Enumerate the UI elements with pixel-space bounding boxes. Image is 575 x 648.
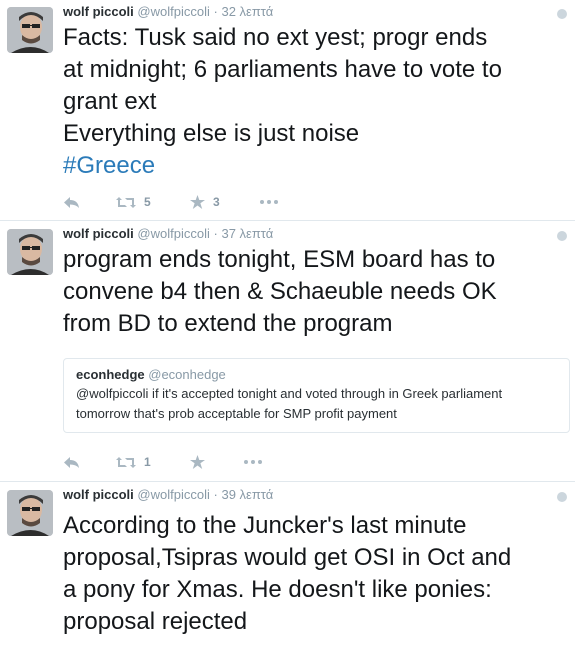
timestamp[interactable]: 37 λεπτά	[221, 226, 273, 241]
text-line: proposal,Tsipras would get OSI in Oct an…	[63, 544, 512, 571]
reply-button[interactable]	[63, 194, 80, 210]
author-handle[interactable]: @wolfpiccoli	[137, 487, 209, 502]
separator: ·	[213, 4, 218, 19]
more-button[interactable]	[244, 454, 262, 470]
author-name[interactable]: wolf piccoli	[63, 226, 134, 241]
quoted-text: @wolfpiccoli if it's accepted tonight an…	[76, 384, 557, 424]
text-line: program ends tonight, ESM board has to	[63, 246, 496, 273]
retweet-count: 5	[144, 195, 151, 209]
text-line: grant ext	[63, 88, 157, 115]
quoted-author-name[interactable]: econhedge	[76, 367, 145, 382]
separator: ·	[213, 226, 218, 241]
chevron-down-icon[interactable]	[557, 231, 567, 241]
retweet-icon	[116, 456, 136, 468]
tweet-2[interactable]: wolf piccoli @wolfpiccoli · 37 λεπτά pro…	[0, 222, 575, 482]
text-line: a pony for Xmas. He doesn't like ponies:	[63, 576, 492, 603]
timestamp[interactable]: 32 λεπτά	[221, 4, 273, 19]
hashtag-link[interactable]: #Greece	[63, 150, 502, 182]
reply-icon	[64, 456, 79, 468]
quoted-author-handle[interactable]: @econhedge	[148, 367, 226, 382]
author-handle[interactable]: @wolfpiccoli	[137, 226, 209, 241]
author-name[interactable]: wolf piccoli	[63, 4, 134, 19]
text-line: According to the Juncker's last minute	[63, 512, 467, 539]
reply-icon	[64, 196, 79, 208]
tweet-text: program ends tonight, ESM board has to c…	[63, 244, 497, 340]
text-line: from BD to extend the program	[63, 310, 393, 337]
text-line: Facts: Tusk said no ext yest; progr ends	[63, 24, 488, 51]
more-dots-icon	[244, 460, 262, 464]
author-name[interactable]: wolf piccoli	[63, 487, 134, 502]
retweet-count: 1	[144, 455, 151, 469]
chevron-down-icon[interactable]	[557, 9, 567, 19]
tweet-header: wolf piccoli @wolfpiccoli · 37 λεπτά	[63, 226, 273, 241]
tweet-header: wolf piccoli @wolfpiccoli · 39 λεπτά	[63, 487, 273, 502]
reply-button[interactable]	[63, 454, 80, 470]
avatar[interactable]	[7, 229, 53, 275]
more-dots-icon	[260, 200, 278, 204]
favorite-star-icon	[190, 195, 205, 209]
quoted-text-line: tomorrow that's prob acceptable for SMP …	[76, 406, 397, 421]
quoted-text-line: @wolfpiccoli if it's accepted tonight an…	[76, 386, 503, 401]
author-handle[interactable]: @wolfpiccoli	[137, 4, 209, 19]
favorite-button[interactable]	[190, 454, 213, 470]
tweet-header: wolf piccoli @wolfpiccoli · 32 λεπτά	[63, 4, 273, 19]
retweet-icon	[116, 196, 136, 208]
tweet-1[interactable]: wolf piccoli @wolfpiccoli · 32 λεπτά Fac…	[0, 0, 575, 221]
text-line: proposal rejected	[63, 608, 248, 635]
avatar[interactable]	[7, 7, 53, 53]
timestamp[interactable]: 39 λεπτά	[221, 487, 273, 502]
retweet-button[interactable]: 5	[116, 194, 151, 210]
tweet-text: Facts: Tusk said no ext yest; progr ends…	[63, 22, 502, 182]
tweet-3[interactable]: wolf piccoli @wolfpiccoli · 39 λεπτά Acc…	[0, 483, 575, 648]
quoted-tweet[interactable]: econhedge @econhedge @wolfpiccoli if it'…	[63, 358, 570, 433]
tweet-text: According to the Juncker's last minute p…	[63, 510, 511, 638]
chevron-down-icon[interactable]	[557, 492, 567, 502]
favorite-count: 3	[213, 195, 220, 209]
more-button[interactable]	[260, 194, 278, 210]
separator: ·	[213, 487, 218, 502]
favorite-star-icon	[190, 455, 205, 469]
quoted-header: econhedge @econhedge	[76, 367, 557, 382]
avatar[interactable]	[7, 490, 53, 536]
retweet-button[interactable]: 1	[116, 454, 151, 470]
text-line: Everything else is just noise	[63, 120, 360, 147]
text-line: convene b4 then & Schaeuble needs OK	[63, 278, 497, 305]
favorite-button[interactable]: 3	[190, 194, 220, 210]
text-line: at midnight; 6 parliaments have to vote …	[63, 56, 502, 83]
